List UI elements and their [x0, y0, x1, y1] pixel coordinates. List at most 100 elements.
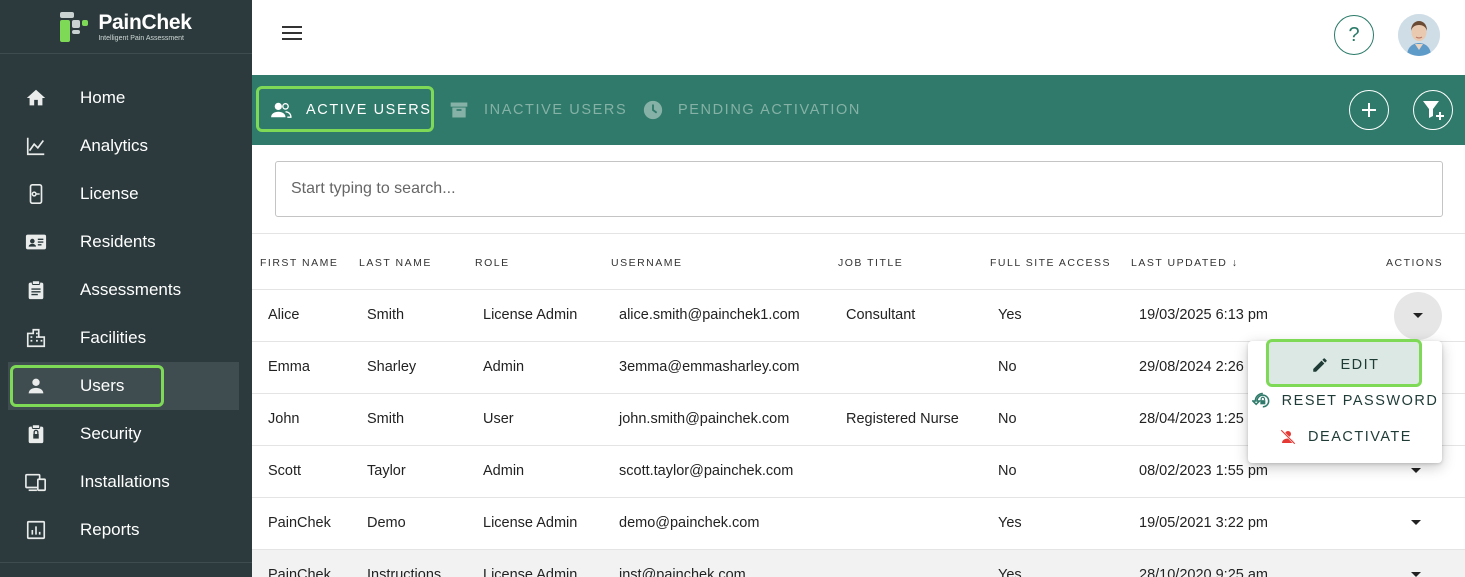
add-user-button[interactable]	[1349, 90, 1389, 130]
cell-last-name: Taylor	[367, 463, 406, 479]
deactivate-menu-item[interactable]: DEACTIVATE	[1248, 419, 1442, 455]
highlight-box	[10, 365, 164, 407]
sidebar-item-installations[interactable]: Installations	[0, 458, 252, 506]
sidebar-item-label: License	[80, 184, 139, 203]
cell-first-name: Scott	[268, 463, 302, 479]
cell-last-name: Demo	[367, 515, 406, 531]
column-header-role[interactable]: ROLE	[475, 257, 510, 269]
painchek-logo[interactable]: PainChek Intelligent Pain Assessment	[60, 10, 192, 42]
cell-first-name: Alice	[268, 307, 300, 323]
cell-last-name: Smith	[367, 411, 405, 427]
caret-down-icon[interactable]	[1411, 468, 1421, 473]
sidebar-item-users[interactable]: Users	[8, 362, 239, 410]
sidebar-item-label: Assessments	[80, 280, 182, 299]
cell-last-updated: 08/02/2023 1:55 pm	[1139, 463, 1268, 479]
cell-last-updated: 28/10/2020 9:25 am	[1139, 567, 1268, 577]
sidebar-item-home[interactable]: Home	[0, 74, 252, 122]
search-input[interactable]	[275, 161, 1443, 217]
column-header-first-name[interactable]: FIRST NAME	[260, 257, 338, 269]
cell-full-site-access: No	[998, 463, 1017, 479]
installations-icon	[24, 470, 48, 494]
edit-menu-item[interactable]: EDIT	[1248, 347, 1442, 383]
sidebar: PainChek Intelligent Pain Assessment Hom…	[0, 0, 252, 577]
cell-job-title: Registered Nurse	[846, 411, 959, 427]
filter-button[interactable]	[1413, 90, 1453, 130]
assessments-icon	[24, 278, 48, 302]
menu-item-label: EDIT	[1340, 357, 1380, 373]
sidebar-item-label: Reports	[80, 520, 140, 539]
avatar[interactable]	[1398, 14, 1440, 56]
sidebar-item-label: Security	[80, 424, 142, 443]
cell-full-site-access: Yes	[998, 307, 1022, 323]
cell-role: License Admin	[483, 567, 578, 577]
pencil-icon	[1310, 355, 1330, 375]
facilities-icon	[24, 326, 48, 350]
cell-last-name: Instructions	[367, 567, 442, 577]
sidebar-item-label: Analytics	[80, 136, 149, 155]
reports-icon	[24, 518, 48, 542]
tab-inactive-users[interactable]: INACTIVE USERS	[448, 75, 627, 145]
sidebar-item-facilities[interactable]: Facilities	[0, 314, 252, 362]
sidebar-item-assessments[interactable]: Assessments	[0, 266, 252, 314]
person-off-icon	[1278, 427, 1298, 447]
archive-icon	[448, 99, 470, 121]
cell-role: License Admin	[483, 307, 578, 323]
cell-full-site-access: Yes	[998, 567, 1022, 577]
tab-active-users[interactable]: ACTIVE USERS	[270, 75, 432, 145]
tabs-bar: ACTIVE USERS INACTIVE USERS PENDING ACTI…	[252, 75, 1465, 145]
cell-username: alice.smith@painchek1.com	[619, 307, 800, 323]
cell-role: Admin	[483, 359, 525, 375]
logo-mark-icon	[60, 11, 92, 42]
column-header-last-name[interactable]: LAST NAME	[359, 257, 432, 269]
analytics-icon	[24, 134, 48, 158]
tab-label: INACTIVE USERS	[484, 102, 628, 118]
cell-username: demo@painchek.com	[619, 515, 760, 531]
help-button[interactable]: ?	[1334, 15, 1374, 55]
table-row[interactable]: Alice Smith License Admin alice.smith@pa…	[252, 290, 1465, 342]
sidebar-nav: Home Analytics License Residents Assessm…	[0, 74, 252, 554]
cell-last-updated: 19/05/2021 3:22 pm	[1139, 515, 1268, 531]
cell-first-name: Emma	[268, 359, 310, 375]
sidebar-item-analytics[interactable]: Analytics	[0, 122, 252, 170]
column-header-full-site-access[interactable]: FULL SITE ACCESS	[990, 257, 1111, 269]
sidebar-item-label: Residents	[80, 232, 156, 251]
home-icon	[24, 86, 48, 110]
sidebar-item-reports[interactable]: Reports	[0, 506, 252, 554]
caret-down-icon[interactable]	[1411, 520, 1421, 525]
security-icon	[24, 422, 48, 446]
column-header-username[interactable]: USERNAME	[611, 257, 683, 269]
sidebar-divider	[0, 562, 252, 563]
cell-first-name: PainChek	[268, 567, 331, 577]
cell-first-name: John	[268, 411, 300, 427]
caret-down-icon	[1413, 313, 1423, 318]
cell-full-site-access: No	[998, 411, 1017, 427]
lock-reset-icon	[1251, 391, 1272, 411]
cell-role: User	[483, 411, 514, 427]
residents-icon	[24, 230, 48, 254]
column-header-job-title[interactable]: JOB TITLE	[838, 257, 903, 269]
sidebar-item-label: Installations	[80, 472, 170, 491]
column-header-last-updated[interactable]: LAST UPDATED ↓	[1131, 257, 1239, 269]
license-icon	[24, 182, 48, 206]
sidebar-item-label: Home	[80, 88, 126, 107]
sidebar-item-security[interactable]: Security	[0, 410, 252, 458]
cell-last-updated: 28/04/2023 1:25	[1139, 411, 1244, 427]
table-row[interactable]: PainChek Demo License Admin demo@painche…	[252, 498, 1465, 550]
tab-pending-activation[interactable]: PENDING ACTIVATION	[642, 75, 861, 145]
row-actions-menu: EDIT RESET PASSWORD DEACTIVATE	[1248, 339, 1442, 463]
caret-down-icon[interactable]	[1411, 572, 1421, 577]
row-actions-button[interactable]	[1394, 292, 1442, 340]
brand-name: PainChek	[98, 10, 192, 34]
sidebar-item-label: Facilities	[80, 328, 147, 347]
cell-username: 3emma@emmasharley.com	[619, 359, 800, 375]
menu-item-label: RESET PASSWORD	[1281, 393, 1439, 409]
sidebar-item-residents[interactable]: Residents	[0, 218, 252, 266]
sidebar-item-license[interactable]: License	[0, 170, 252, 218]
table-header: FIRST NAME LAST NAME ROLE USERNAME JOB T…	[252, 233, 1465, 290]
filter-add-icon	[1423, 101, 1444, 120]
cell-first-name: PainChek	[268, 515, 331, 531]
table-row[interactable]: PainChek Instructions License Admin inst…	[252, 550, 1465, 577]
reset-password-menu-item[interactable]: RESET PASSWORD	[1248, 383, 1442, 419]
top-header: ?	[252, 0, 1465, 75]
hamburger-menu-icon[interactable]	[282, 26, 302, 44]
